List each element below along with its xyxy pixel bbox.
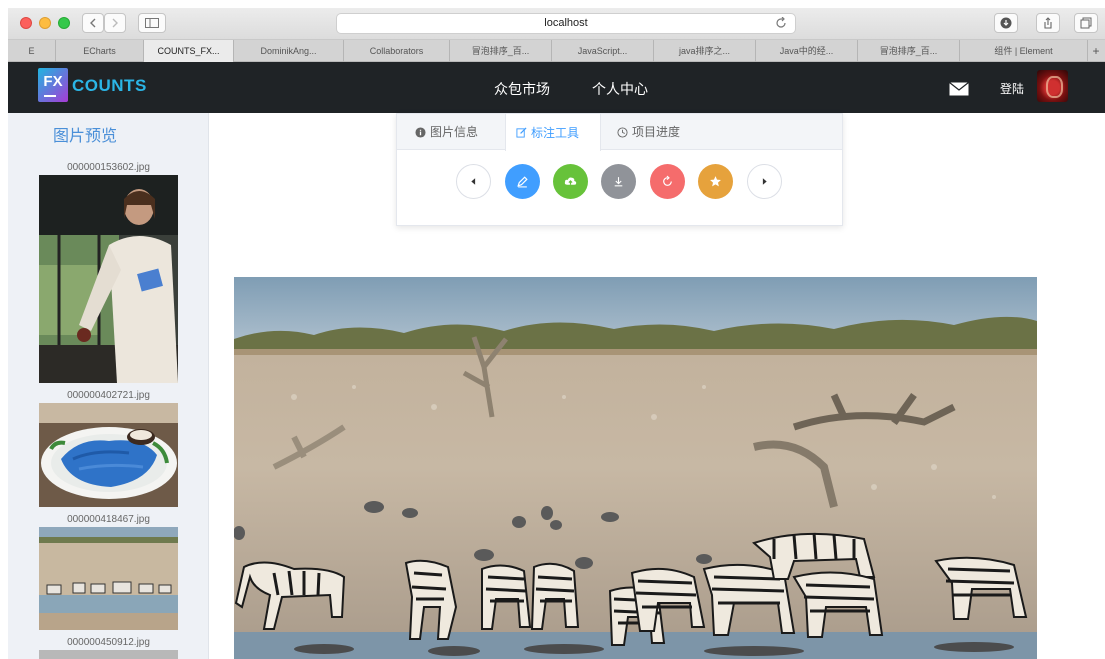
browser-tab[interactable]: DominikAng... (234, 40, 344, 62)
star-button[interactable] (698, 164, 733, 199)
share-icon (1044, 17, 1052, 29)
mail-icon[interactable] (949, 82, 969, 96)
edit-icon (516, 127, 527, 138)
thumbnail-photo-man (39, 175, 178, 383)
thumbnail-caption: 000000153602.jpg (67, 162, 150, 173)
nav-crowdsourcing-market[interactable]: 众包市场 (494, 79, 550, 99)
info-circle-icon (415, 126, 426, 138)
app-logo[interactable]: FX COUNTS (38, 68, 168, 108)
url-text: localhost (544, 17, 588, 29)
refresh-button[interactable] (650, 164, 685, 199)
thumbnail-caption: 000000418467.jpg (67, 514, 150, 525)
cloud-upload-icon (564, 177, 577, 185)
caret-left-icon (471, 178, 476, 185)
thumbnail-image[interactable] (39, 403, 178, 507)
star-icon (710, 176, 721, 187)
browser-tab[interactable]: Java中的经... (756, 40, 858, 62)
browser-tab[interactable]: JavaScript... (552, 40, 654, 62)
thumbnail-caption: 000000402721.jpg (67, 390, 150, 401)
pencil-icon (517, 176, 528, 188)
panel-tab-bar: 图片信息 标注工具 项目进度 (397, 114, 842, 151)
tabs-overview-button[interactable] (1074, 13, 1098, 33)
nav-personal-center[interactable]: 个人中心 (592, 79, 648, 99)
sidebar-icon (145, 18, 159, 28)
avatar[interactable] (1037, 70, 1068, 102)
download-button[interactable] (601, 164, 636, 199)
download-circle-icon (1000, 17, 1012, 29)
browser-tab[interactable]: ECharts (56, 40, 144, 62)
browser-tab-strip: E ECharts COUNTS_FX... DominikAng... Col… (8, 40, 1105, 62)
tab-annotation-tools[interactable]: 标注工具 (505, 114, 601, 151)
download-icon (614, 177, 623, 187)
sidebar-toggle-button[interactable] (138, 13, 166, 33)
downloads-button[interactable] (994, 13, 1018, 33)
chevron-right-icon (112, 18, 118, 28)
thumbnail-photo-plate (39, 403, 178, 507)
tab-project-progress[interactable]: 项目进度 (607, 114, 690, 150)
browser-tab[interactable]: E (8, 40, 56, 62)
thumbnail-photo-zebras (39, 527, 178, 630)
thumbnail-image[interactable] (39, 527, 178, 630)
logo-mark: FX (38, 68, 68, 102)
upload-button[interactable] (553, 164, 588, 199)
login-link[interactable]: 登陆 (1000, 80, 1024, 97)
refresh-icon (663, 175, 672, 186)
tab-image-info[interactable]: 图片信息 (405, 114, 488, 150)
reload-icon[interactable] (775, 17, 787, 29)
thumbnail-image[interactable] (39, 650, 178, 659)
image-preview-sidebar: 图片预览 000000153602.jpg 000000402721.jpg 0… (8, 113, 209, 659)
tab-label: 项目进度 (632, 125, 681, 139)
chevron-left-icon (90, 18, 96, 28)
prev-button[interactable] (456, 164, 491, 199)
thumbnail-caption: 000000450912.jpg (67, 637, 150, 648)
tab-label: 图片信息 (430, 125, 479, 139)
clock-icon (617, 126, 628, 138)
main-annotation-image[interactable] (234, 277, 1037, 659)
logo-text: COUNTS (72, 76, 147, 95)
browser-tab-active[interactable]: COUNTS_FX... (144, 40, 234, 62)
browser-tab[interactable]: 冒泡排序_百... (858, 40, 960, 62)
next-button[interactable] (747, 164, 782, 199)
app-header: FX COUNTS 众包市场 个人中心 登陆 (8, 62, 1105, 113)
caret-right-icon (762, 178, 767, 185)
share-button[interactable] (1036, 13, 1060, 33)
close-window-button[interactable] (20, 17, 32, 29)
forward-button[interactable] (104, 13, 126, 33)
thumbnail-image[interactable] (39, 175, 178, 383)
minimize-window-button[interactable] (39, 17, 51, 29)
browser-tab[interactable]: 组件 | Element (960, 40, 1088, 62)
tab-label: 标注工具 (531, 125, 580, 140)
new-tab-button[interactable]: + (1089, 40, 1103, 62)
annotation-panel: 图片信息 标注工具 项目进度 (396, 113, 843, 226)
photo-zebras-waterhole (234, 277, 1037, 659)
sidebar-title: 图片预览 (53, 126, 118, 145)
maximize-window-button[interactable] (58, 17, 70, 29)
back-button[interactable] (82, 13, 104, 33)
address-bar[interactable]: localhost (336, 13, 796, 34)
edit-button[interactable] (505, 164, 540, 199)
browser-tab[interactable]: Collaborators (344, 40, 450, 62)
tabs-icon (1080, 17, 1092, 29)
browser-tab[interactable]: java排序之... (654, 40, 756, 62)
browser-titlebar: localhost (8, 8, 1105, 40)
browser-tab[interactable]: 冒泡排序_百... (450, 40, 552, 62)
